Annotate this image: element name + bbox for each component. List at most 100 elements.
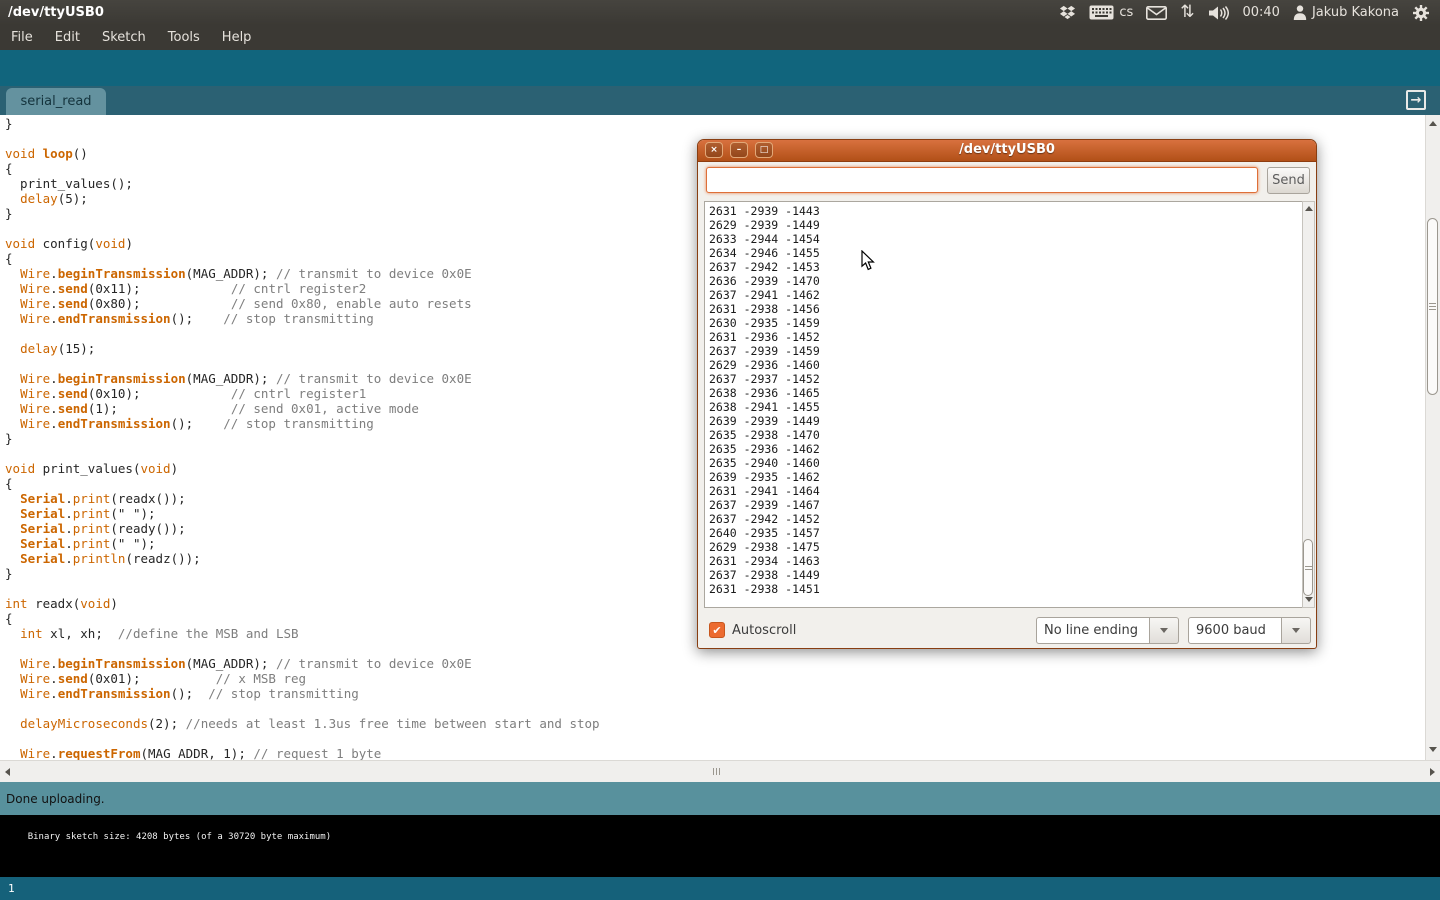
menu-bar: FileEditSketchToolsHelp	[0, 25, 1440, 50]
code-line: Wire.beginTransmission(MAG_ADDR); // tra…	[5, 656, 1425, 671]
editor-horizontal-scrollbar[interactable]	[0, 760, 1440, 782]
status-message: Done uploading.	[6, 792, 105, 806]
code-line: Wire.requestFrom(MAG_ADDR, 1); // reques…	[5, 746, 1425, 760]
keyboard-icon	[1089, 5, 1114, 20]
serial-data-line: 2636 -2939 -1470	[709, 274, 1302, 288]
send-button-label: Send	[1272, 173, 1305, 188]
serial-data-line: 2638 -2941 -1455	[709, 400, 1302, 414]
serial-data-line: 2629 -2938 -1475	[709, 540, 1302, 554]
menu-item-sketch[interactable]: Sketch	[91, 25, 157, 50]
serial-monitor-window: × – □ /dev/ttyUSB0 Send 2631 -2939 -1443…	[697, 139, 1317, 649]
sync-arrows-icon[interactable]: ⇅	[1180, 0, 1194, 25]
menu-item-file[interactable]: File	[0, 25, 44, 50]
system-tray: cs ⇅ 00:40 Jakub K	[1059, 0, 1440, 25]
keyboard-layout-indicator[interactable]: cs	[1089, 0, 1133, 25]
serial-data-line: 2631 -2936 -1452	[709, 330, 1302, 344]
desktop: /dev/ttyUSB0 cs	[0, 0, 1440, 900]
editor-scrollbar-thumb[interactable]	[1427, 218, 1438, 395]
serial-data-line: 2639 -2935 -1462	[709, 470, 1302, 484]
autoscroll-label: Autoscroll	[732, 623, 796, 638]
checkmark-icon: ✔	[712, 624, 721, 637]
user-menu[interactable]: Jakub Kakona	[1293, 0, 1399, 25]
serial-scroll-up-arrow[interactable]	[1305, 206, 1313, 211]
tab-menu-arrow-icon: →	[1411, 93, 1422, 108]
chevron-down-icon[interactable]	[1282, 617, 1311, 644]
serial-data-line: 2631 -2941 -1464	[709, 484, 1302, 498]
status-bar: Done uploading.	[0, 782, 1440, 815]
tab-menu-button[interactable]: →	[1406, 90, 1426, 110]
caret-line-indicator: 1	[0, 877, 1440, 900]
serial-data-line: 2637 -2942 -1452	[709, 512, 1302, 526]
code-line: }	[5, 116, 1425, 131]
serial-data-line: 2635 -2940 -1460	[709, 456, 1302, 470]
serial-data-line: 2631 -2938 -1451	[709, 582, 1302, 596]
keyboard-layout-code: cs	[1119, 5, 1133, 20]
serial-input-row: Send	[698, 167, 1316, 194]
serial-data-line: 2631 -2934 -1463	[709, 554, 1302, 568]
serial-vertical-scrollbar[interactable]	[1302, 201, 1315, 608]
serial-data-line: 2631 -2938 -1456	[709, 302, 1302, 316]
editor-vertical-scrollbar[interactable]	[1425, 115, 1440, 760]
serial-window-title: /dev/ttyUSB0	[698, 142, 1316, 157]
serial-data-line: 2638 -2936 -1465	[709, 386, 1302, 400]
line-ending-dropdown[interactable]: No line ending	[1036, 617, 1179, 644]
menu-item-tools[interactable]: Tools	[157, 25, 211, 50]
session-gear-icon[interactable]	[1412, 0, 1430, 25]
serial-data-line: 2634 -2946 -1455	[709, 246, 1302, 260]
serial-data-line: 2640 -2935 -1457	[709, 526, 1302, 540]
thumb-grip	[1429, 303, 1436, 310]
serial-data-line: 2637 -2941 -1462	[709, 288, 1302, 302]
tab-bar: serial_read →	[0, 86, 1440, 115]
serial-data-line: 2637 -2939 -1467	[709, 498, 1302, 512]
console-output: Binary sketch size: 4208 bytes (of a 307…	[0, 815, 1440, 877]
chevron-down-icon[interactable]	[1150, 617, 1179, 644]
serial-monitor-footer: ✔ Autoscroll No line ending 9600 baud	[698, 608, 1316, 650]
serial-data-line: 2635 -2938 -1470	[709, 428, 1302, 442]
dropbox-icon[interactable]	[1059, 0, 1076, 25]
serial-data-line: 2629 -2936 -1460	[709, 358, 1302, 372]
menu-item-help[interactable]: Help	[211, 25, 263, 50]
username: Jakub Kakona	[1312, 5, 1399, 20]
caret-line-number: 1	[8, 882, 15, 895]
mouse-cursor	[861, 250, 875, 271]
serial-scroll-down-arrow[interactable]	[1305, 597, 1313, 602]
menu-item-edit[interactable]: Edit	[44, 25, 91, 50]
serial-data-line: 2637 -2937 -1452	[709, 372, 1302, 386]
serial-data-line: 2629 -2939 -1449	[709, 218, 1302, 232]
autoscroll-checkbox[interactable]: ✔	[709, 622, 725, 638]
tab-serial-read[interactable]: serial_read	[6, 88, 106, 115]
serial-window-titlebar[interactable]: × – □ /dev/ttyUSB0	[698, 140, 1316, 162]
clock[interactable]: 00:40	[1242, 0, 1279, 25]
baud-rate-value: 9600 baud	[1188, 617, 1282, 644]
scroll-left-arrow[interactable]	[5, 768, 10, 776]
serial-output[interactable]: 2631 -2939 -14432629 -2939 -14492633 -29…	[704, 201, 1302, 608]
code-line	[5, 701, 1425, 716]
code-line: delayMicroseconds(2); //needs at least 1…	[5, 716, 1425, 731]
hscroll-grip[interactable]	[713, 768, 720, 775]
serial-data-line: 2637 -2938 -1449	[709, 568, 1302, 582]
code-line: Wire.endTransmission(); // stop transmit…	[5, 686, 1425, 701]
serial-data-line: 2639 -2939 -1449	[709, 414, 1302, 428]
focused-window-title: /dev/ttyUSB0	[0, 5, 104, 20]
toolbar	[0, 50, 1440, 86]
volume-icon[interactable]	[1207, 0, 1229, 25]
send-button[interactable]: Send	[1267, 167, 1310, 194]
line-ending-value: No line ending	[1036, 617, 1150, 644]
code-line	[5, 731, 1425, 746]
serial-data-line: 2631 -2939 -1443	[709, 204, 1302, 218]
tab-label: serial_read	[20, 94, 91, 109]
baud-rate-dropdown[interactable]: 9600 baud	[1188, 617, 1311, 644]
mail-icon[interactable]	[1146, 0, 1167, 25]
scroll-up-arrow[interactable]	[1429, 121, 1437, 126]
scroll-down-arrow[interactable]	[1429, 747, 1437, 752]
serial-data-line: 2637 -2942 -1453	[709, 260, 1302, 274]
user-icon	[1293, 5, 1307, 20]
code-line: Wire.send(0x01); // x MSB reg	[5, 671, 1425, 686]
thumb-grip	[1305, 566, 1312, 570]
serial-scrollbar-thumb[interactable]	[1303, 539, 1313, 596]
scroll-right-arrow[interactable]	[1430, 768, 1435, 776]
serial-data-line: 2630 -2935 -1459	[709, 316, 1302, 330]
serial-send-input[interactable]	[706, 167, 1258, 193]
serial-data-line: 2633 -2944 -1454	[709, 232, 1302, 246]
console-message: Binary sketch size: 4208 bytes (of a 307…	[28, 832, 331, 842]
